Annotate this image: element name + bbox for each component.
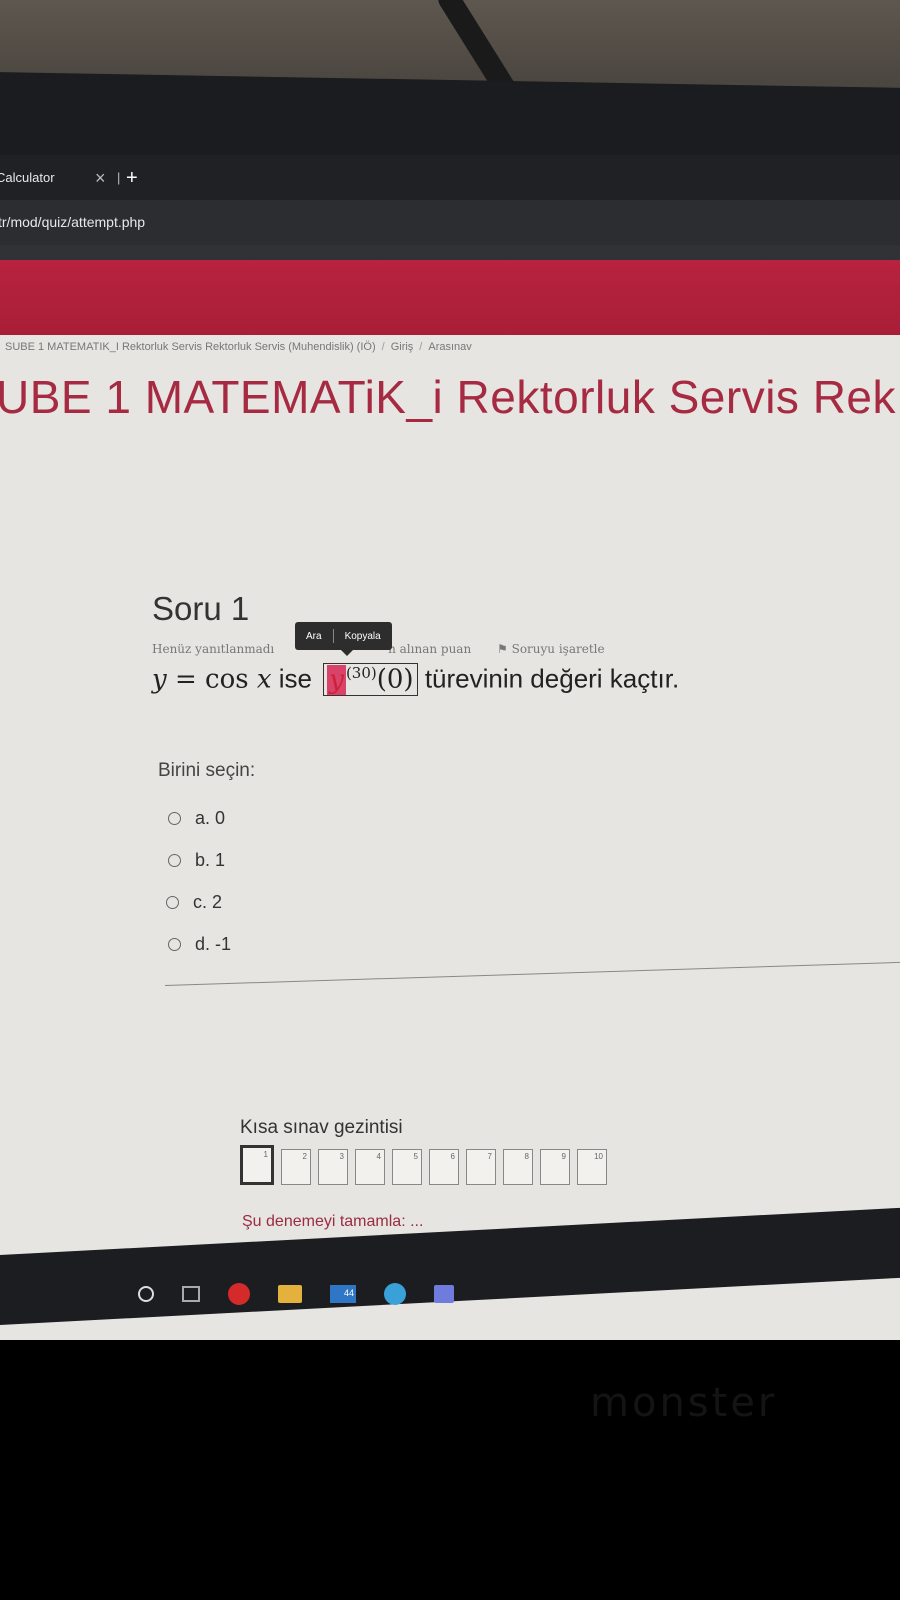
tooltip-copy[interactable]: Kopyala bbox=[334, 631, 392, 642]
nav-question-7[interactable]: 7 bbox=[466, 1149, 496, 1185]
option-b[interactable]: b. 1 bbox=[168, 839, 231, 881]
quiz-navigation: 1 2 3 4 5 6 7 8 9 10 bbox=[240, 1145, 614, 1185]
tooltip-search[interactable]: Ara bbox=[295, 631, 333, 642]
url-text: tr/mod/quiz/attempt.php bbox=[0, 214, 146, 230]
edge-browser-icon[interactable] bbox=[384, 1283, 406, 1305]
option-c[interactable]: c. 2 bbox=[166, 881, 231, 923]
mail-icon[interactable]: 44 bbox=[330, 1285, 356, 1303]
toolbar-band bbox=[0, 245, 900, 260]
option-a[interactable]: a. 0 bbox=[168, 797, 231, 839]
flag-icon: ⚑ bbox=[497, 642, 508, 656]
nav-question-10[interactable]: 10 bbox=[577, 1149, 607, 1185]
monitor-logo: monster bbox=[590, 1380, 778, 1426]
nav-question-8[interactable]: 8 bbox=[503, 1149, 533, 1185]
app-icon[interactable] bbox=[434, 1285, 454, 1303]
question-title: Soru 1 bbox=[152, 590, 250, 627]
option-d[interactable]: d. -1 bbox=[168, 923, 231, 965]
task-view-icon[interactable] bbox=[182, 1286, 200, 1302]
question-text: y = cos x ise y (30)(0) türevinin değeri … bbox=[152, 663, 680, 696]
search-icon[interactable] bbox=[138, 1286, 154, 1302]
page-content: SUBE 1 MATEMATIK_I Rektorluk Servis Rekt… bbox=[0, 335, 900, 1340]
breadcrumb-separator: / bbox=[419, 341, 423, 353]
nav-question-9[interactable]: 9 bbox=[540, 1149, 570, 1185]
radio-button[interactable] bbox=[168, 937, 181, 951]
tab-bar: Calculator × | + bbox=[0, 155, 900, 200]
nav-question-1[interactable]: 1 bbox=[240, 1145, 274, 1185]
radio-button[interactable] bbox=[168, 853, 181, 867]
quiz-navigation-title: Kısa sınav gezintisi bbox=[240, 1117, 403, 1138]
address-bar[interactable]: tr/mod/quiz/attempt.php bbox=[0, 200, 900, 245]
divider bbox=[164, 961, 900, 986]
course-title: UBE 1 MATEMATiK_i Rektorluk Servis Rek bbox=[0, 371, 897, 423]
finish-attempt-link[interactable]: Şu denemeyi tamamla: ... bbox=[242, 1213, 423, 1231]
tab-close-icon[interactable]: × bbox=[95, 163, 106, 193]
radio-button[interactable] bbox=[168, 811, 181, 825]
breadcrumb: SUBE 1 MATEMATIK_I Rektorluk Servis Rekt… bbox=[5, 341, 472, 353]
breadcrumb-course[interactable]: SUBE 1 MATEMATIK_I Rektorluk Servis Rekt… bbox=[5, 341, 376, 353]
nav-question-4[interactable]: 4 bbox=[355, 1149, 385, 1185]
question-status: Henüz yanıtlanmadı bbox=[152, 642, 275, 656]
breadcrumb-separator: / bbox=[381, 341, 385, 353]
flag-label: Soruyu işaretle bbox=[511, 642, 605, 656]
new-tab-icon[interactable]: + bbox=[126, 163, 138, 193]
nav-question-6[interactable]: 6 bbox=[429, 1149, 459, 1185]
flag-question[interactable]: ⚑ Soruyu işaretle bbox=[497, 642, 605, 656]
nav-question-5[interactable]: 5 bbox=[392, 1149, 422, 1185]
breadcrumb-exam[interactable]: Arasınav bbox=[428, 341, 471, 353]
tab-title: Calculator bbox=[0, 170, 55, 185]
radio-button[interactable] bbox=[166, 895, 179, 909]
site-navbar bbox=[0, 260, 900, 335]
tab-separator: | bbox=[117, 170, 121, 185]
choose-label: Birini seçin: bbox=[158, 760, 256, 781]
opera-browser-icon[interactable] bbox=[228, 1283, 250, 1305]
nav-question-2[interactable]: 2 bbox=[281, 1149, 311, 1185]
taskbar-icons: 44 bbox=[138, 1283, 482, 1305]
answer-options: a. 0 b. 1 c. 2 d. -1 bbox=[166, 797, 231, 965]
math-expression: y = cos x bbox=[152, 664, 272, 695]
file-explorer-icon[interactable] bbox=[278, 1285, 302, 1303]
nav-question-3[interactable]: 3 bbox=[318, 1149, 348, 1185]
question-points: n alınan puan bbox=[388, 642, 472, 656]
breadcrumb-home[interactable]: Giriş bbox=[391, 341, 414, 353]
context-tooltip: Ara Kopyala bbox=[295, 622, 392, 656]
selected-math: y (30)(0) bbox=[323, 663, 418, 696]
screen: Calculator × | + tr/mod/quiz/attempt.php… bbox=[0, 155, 900, 1340]
